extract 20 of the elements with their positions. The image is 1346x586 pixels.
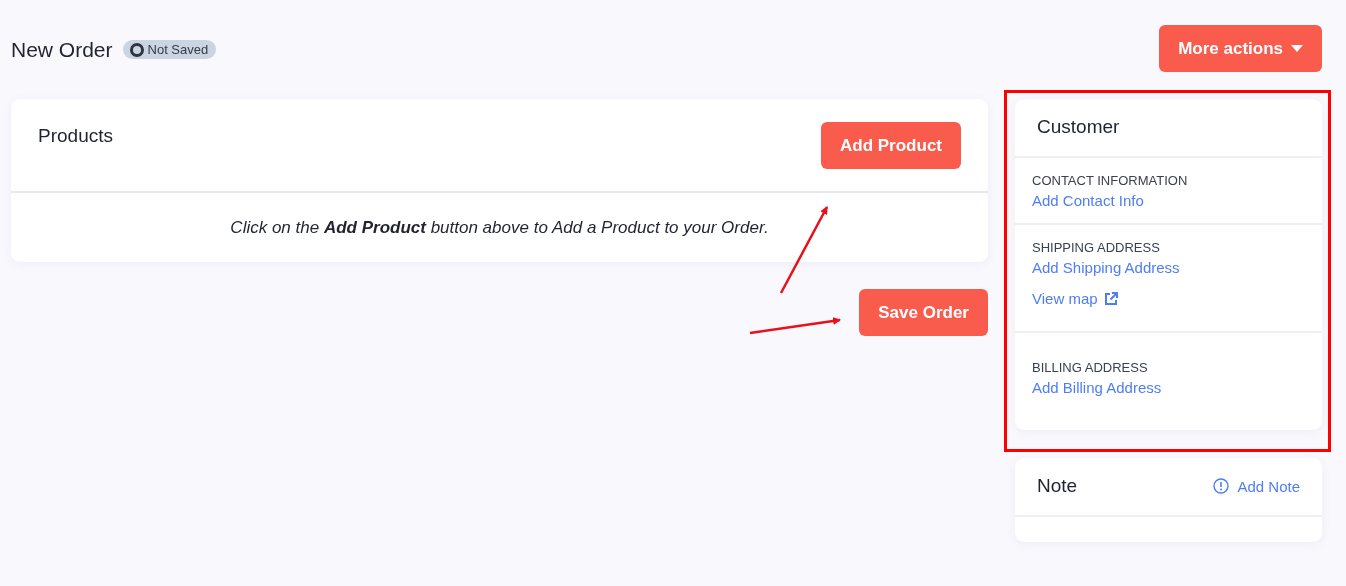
page-title: New Order: [11, 37, 113, 62]
caret-icon: [1291, 45, 1303, 52]
add-link[interactable]: Add Billing Address: [1032, 379, 1162, 396]
external-link-icon: [1102, 290, 1119, 307]
add-note-link[interactable]: Add Note: [1213, 477, 1300, 495]
section-heading: CONTACT INFORMATION: [1032, 173, 1188, 188]
view-map-link[interactable]: View map: [1032, 290, 1119, 307]
section-heading: SHIPPING ADDRESS: [1032, 240, 1160, 255]
card-title: Note: [1037, 475, 1078, 497]
card-title: Customer: [1037, 116, 1120, 137]
more-actions-button[interactable]: More actions: [1159, 25, 1322, 72]
empty-message: Click on the Add Product button above to Add a Product to your Order.: [230, 218, 769, 237]
section-heading: BILLING ADDRESS: [1032, 360, 1148, 375]
status-badge: Not Saved: [122, 40, 217, 59]
add-product-button[interactable]: Add Product: [821, 122, 961, 169]
card-title: Products: [38, 124, 113, 147]
add-link[interactable]: Add Contact Info: [1032, 192, 1144, 209]
info-icon: [1213, 478, 1230, 494]
add-link[interactable]: Add Shipping Address: [1032, 259, 1180, 276]
save-order-button[interactable]: Save Order: [859, 289, 988, 336]
